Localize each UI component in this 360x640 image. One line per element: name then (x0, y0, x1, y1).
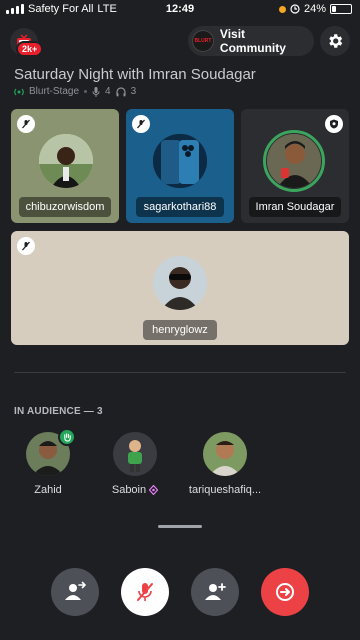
stage-channel-icon (14, 88, 24, 95)
server-icon: BLURT (192, 30, 214, 52)
visit-community-button[interactable]: BLURT Visit Community (188, 26, 314, 56)
drag-handle[interactable] (158, 525, 202, 528)
header: 2k+ BLURT Visit Community (0, 24, 360, 60)
speakers-count: 4 (105, 86, 111, 97)
notification-badge: 2k+ (16, 41, 44, 57)
speaker-tile[interactable]: chibuzorwisdom (11, 109, 119, 223)
avatar (39, 134, 93, 188)
avatar (153, 256, 207, 310)
stage-title: Saturday Night with Imran Soudagar (14, 66, 256, 83)
mute-toggle-button[interactable] (121, 568, 169, 616)
visit-community-label: Visit Community (219, 27, 286, 55)
moderator-shield-icon (325, 115, 343, 133)
audience-name: Zahid (34, 484, 62, 496)
speaker-name: chibuzorwisdom (19, 197, 111, 217)
channel-name: Blurt-Stage (29, 86, 80, 97)
muted-icon (17, 115, 35, 133)
avatar (153, 134, 207, 188)
speaker-name: henryglowz (143, 320, 217, 340)
muted-icon (132, 115, 150, 133)
stage-screen: Safety For All LTE 12:49 24% 2k+ BLURT V… (0, 0, 360, 640)
battery-percent: 24% (303, 3, 326, 15)
speaker-tile[interactable]: sagarkothari88 (126, 109, 234, 223)
invite-to-speak-button[interactable] (191, 568, 239, 616)
status-bar: Safety For All LTE 12:49 24% (0, 0, 360, 20)
headphones-icon (115, 86, 126, 96)
audience-name: Saboin (111, 484, 147, 496)
audience-member[interactable]: tariqueshafiq... (180, 432, 270, 496)
stage-info: Blurt-Stage 4 3 (14, 86, 136, 97)
settings-button[interactable] (320, 26, 350, 56)
avatar (113, 432, 157, 476)
raised-hand-icon (58, 428, 76, 446)
battery-icon (330, 4, 352, 14)
speaker-name: sagarkothari88 (136, 197, 224, 217)
microphone-muted-icon (137, 583, 153, 601)
move-to-audience-icon (65, 581, 86, 600)
microphone-icon (92, 86, 100, 97)
speaker-name: Imran Soudagar (249, 197, 341, 217)
avatar (203, 432, 247, 476)
listeners-count: 3 (130, 86, 137, 97)
audience-heading: IN AUDIENCE — 3 (14, 406, 103, 417)
leave-stage-button[interactable] (261, 568, 309, 616)
audience-name: tariqueshafiq... (188, 484, 262, 496)
avatar (267, 134, 321, 188)
audience-member[interactable]: Saboin (90, 432, 180, 496)
audience-member[interactable]: Zahid (3, 428, 93, 496)
divider (14, 372, 346, 373)
add-user-icon (205, 583, 226, 600)
alarm-icon (290, 4, 300, 14)
nitro-gem-icon (149, 485, 159, 495)
location-indicator-icon (278, 5, 286, 13)
speaker-tile[interactable]: henryglowz (11, 231, 349, 345)
leave-icon (276, 583, 294, 601)
speaker-tile[interactable]: Imran Soudagar (241, 109, 349, 223)
muted-icon (17, 237, 35, 255)
gear-icon (329, 34, 343, 48)
move-to-audience-button[interactable] (51, 568, 99, 616)
